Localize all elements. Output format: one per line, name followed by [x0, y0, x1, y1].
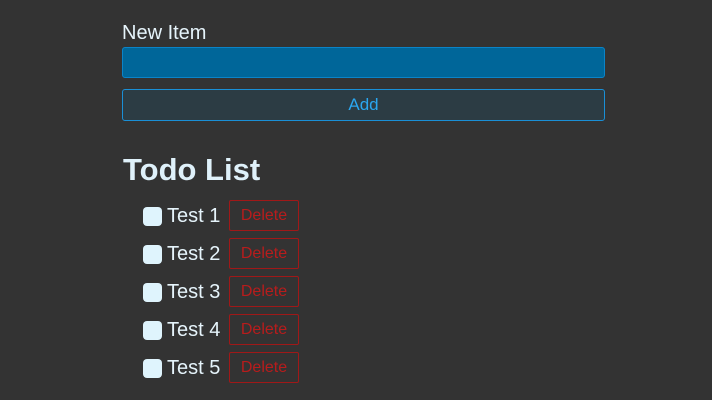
todo-item-text: Test 4: [167, 319, 221, 341]
delete-button[interactable]: Delete: [229, 276, 299, 307]
delete-button[interactable]: Delete: [229, 314, 299, 345]
todo-checkbox[interactable]: [143, 321, 162, 340]
todo-item-text: Test 5: [167, 357, 221, 379]
todo-checkbox[interactable]: [143, 207, 162, 226]
todo-item: Test 3 Delete: [143, 275, 299, 313]
todo-checkbox[interactable]: [143, 359, 162, 378]
todo-item-text: Test 3: [167, 281, 221, 303]
todo-item: Test 1 Delete: [143, 199, 299, 237]
delete-button[interactable]: Delete: [229, 238, 299, 269]
todo-checkbox[interactable]: [143, 245, 162, 264]
delete-button[interactable]: Delete: [229, 352, 299, 383]
todo-item: Test 4 Delete: [143, 313, 299, 351]
todo-item-text: Test 1: [167, 205, 221, 227]
new-item-input[interactable]: [122, 47, 605, 78]
todo-list-title: Todo List: [123, 152, 261, 187]
new-item-label: New Item: [122, 22, 207, 44]
todo-list: Test 1 Delete Test 2 Delete Test 3 Delet…: [143, 199, 299, 389]
todo-item-text: Test 2: [167, 243, 221, 265]
todo-item: Test 5 Delete: [143, 351, 299, 389]
add-button[interactable]: Add: [122, 89, 605, 121]
delete-button[interactable]: Delete: [229, 200, 299, 231]
todo-item: Test 2 Delete: [143, 237, 299, 275]
todo-checkbox[interactable]: [143, 283, 162, 302]
